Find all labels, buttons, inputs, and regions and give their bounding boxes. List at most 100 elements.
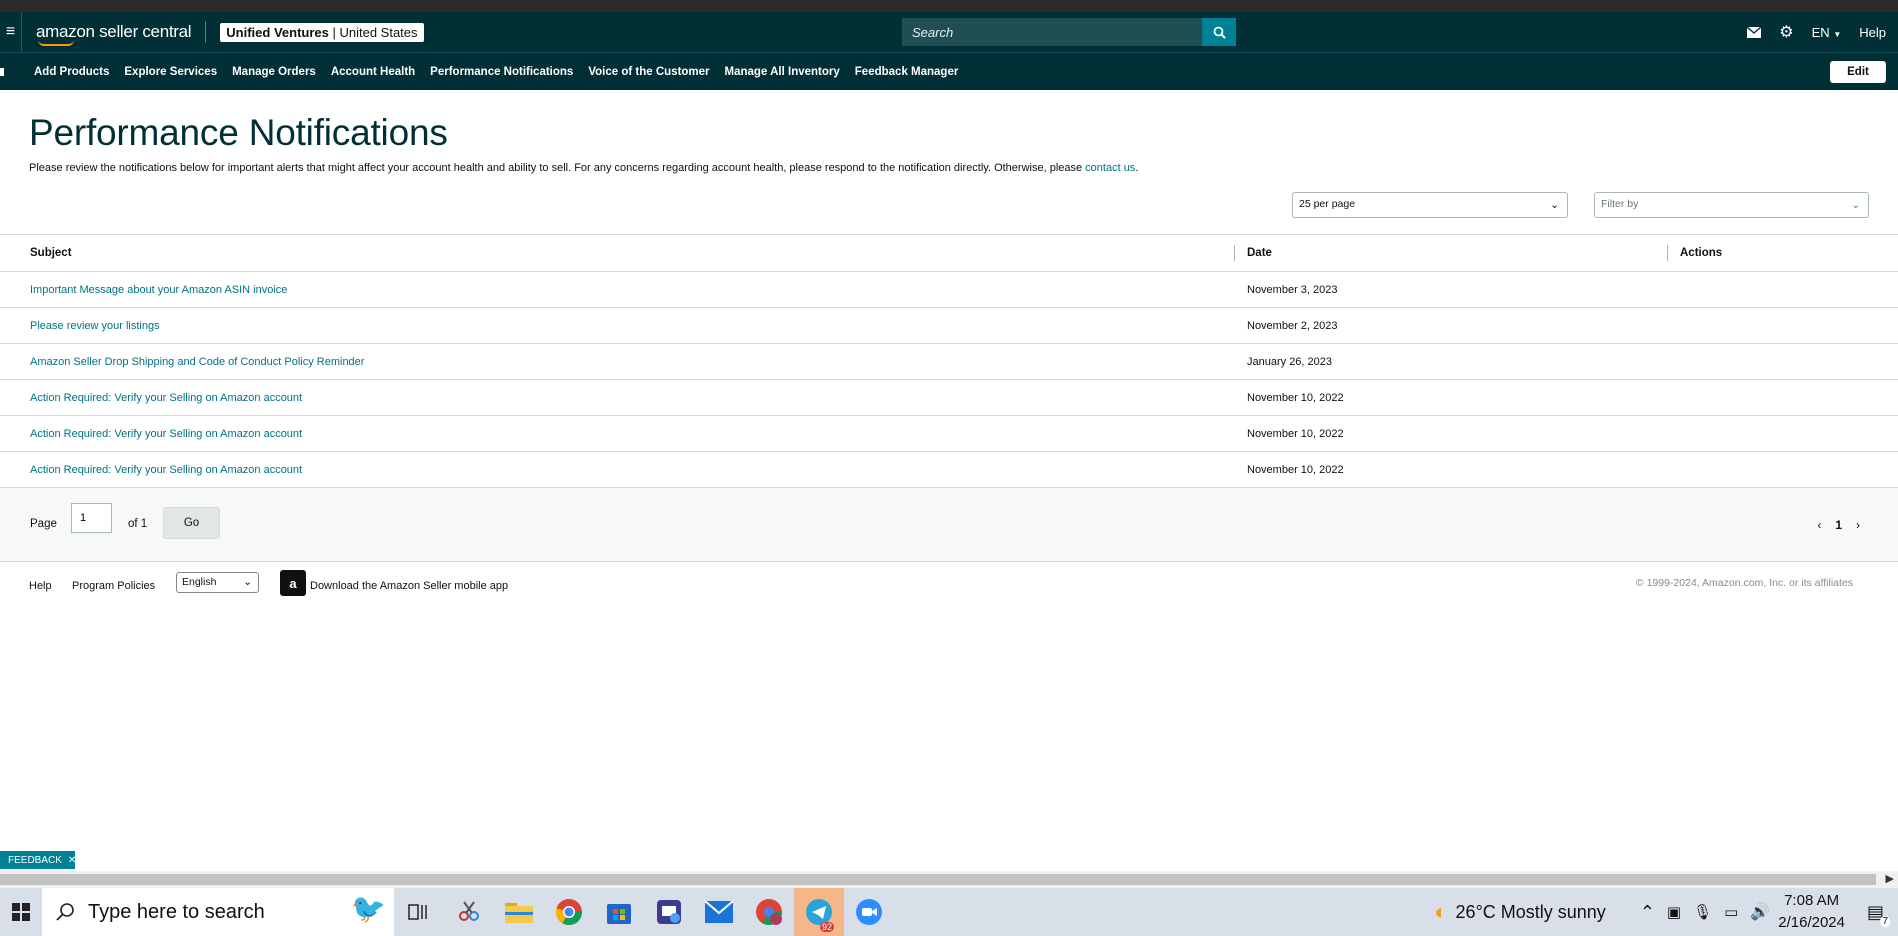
notification-subject-link[interactable]: Amazon Seller Drop Shipping and Code of … <box>0 344 1234 380</box>
chevron-up-icon[interactable]: ⌃ <box>1640 902 1655 923</box>
file-explorer-icon[interactable] <box>494 888 544 936</box>
notification-date: November 10, 2022 <box>1247 463 1344 476</box>
search-input[interactable] <box>902 18 1202 46</box>
column-header-subject[interactable]: Subject <box>0 235 1234 272</box>
microsoft-store-icon[interactable] <box>594 888 644 936</box>
gear-icon[interactable]: ⚙ <box>1779 22 1793 42</box>
page-description: Please review the notifications below fo… <box>29 162 1139 174</box>
bookmark-icon[interactable] <box>0 67 4 76</box>
telegram-icon[interactable]: 92 <box>794 888 844 936</box>
page-navigation: ‹ 1 › <box>1817 518 1860 532</box>
taskbar-search-box[interactable]: Type here to search 🐦 <box>42 888 394 936</box>
clock-time: 7:08 AM <box>1784 892 1840 909</box>
close-icon[interactable]: ✕ <box>68 855 76 866</box>
help-link[interactable]: Help <box>1859 25 1886 40</box>
footer-language-value: English <box>182 576 217 588</box>
column-header-actions: Actions <box>1667 235 1898 272</box>
footer-help-link[interactable]: Help <box>29 580 52 592</box>
nav-item-add-products[interactable]: Add Products <box>34 66 109 78</box>
scrollbar-thumb[interactable] <box>0 874 1876 885</box>
logo-smile <box>38 40 74 46</box>
table-row: Please review your listings November 2, 2… <box>0 308 1898 344</box>
notification-subject-link[interactable]: Action Required: Verify your Selling on … <box>0 380 1234 416</box>
windows-taskbar: Type here to search 🐦 92 ◐ 26°C Mostly s… <box>0 888 1898 936</box>
windows-start-icon[interactable] <box>0 888 42 936</box>
footer-language-select[interactable]: English ⌄ <box>176 572 259 593</box>
nav-item-voice-of-customer[interactable]: Voice of the Customer <box>588 66 709 78</box>
nav-item-manage-inventory[interactable]: Manage All Inventory <box>725 66 840 78</box>
chevron-down-icon: ▼ <box>1833 29 1842 39</box>
chevron-right-icon[interactable]: › <box>1856 518 1860 532</box>
chrome-profile-icon[interactable] <box>744 888 794 936</box>
weather-text[interactable]: 26°C Mostly sunny <box>1456 902 1606 923</box>
horizontal-scrollbar[interactable]: ▶ <box>0 871 1898 888</box>
notification-actions <box>1667 452 1898 488</box>
account-name: Unified Ventures <box>226 24 329 40</box>
per-page-value: 25 per page <box>1299 198 1356 210</box>
filter-select[interactable]: Filter by ⌄ <box>1594 192 1869 218</box>
chevron-left-icon[interactable]: ‹ <box>1817 518 1821 532</box>
amazon-app-icon[interactable]: a <box>280 570 306 596</box>
logo[interactable]: amazon seller central <box>36 22 192 46</box>
edit-button[interactable]: Edit <box>1830 61 1886 83</box>
actions-header-label: Actions <box>1680 247 1723 259</box>
contact-us-link[interactable]: contact us <box>1085 162 1135 174</box>
notification-actions <box>1667 416 1898 452</box>
meet-now-icon[interactable]: ▣ <box>1667 903 1681 921</box>
search-icon <box>56 903 74 921</box>
notification-actions <box>1667 272 1898 308</box>
page-number-input[interactable] <box>71 503 112 533</box>
task-view-icon[interactable] <box>394 888 444 936</box>
nav-item-explore-services[interactable]: Explore Services <box>124 66 217 78</box>
notification-actions <box>1667 308 1898 344</box>
header-divider <box>205 21 207 43</box>
notification-subject-link[interactable]: Important Message about your Amazon ASIN… <box>0 272 1234 308</box>
table-row: Action Required: Verify your Selling on … <box>0 416 1898 452</box>
notification-subject-link[interactable]: Action Required: Verify your Selling on … <box>0 416 1234 452</box>
snipping-tool-icon[interactable] <box>444 888 494 936</box>
nav-item-manage-orders[interactable]: Manage Orders <box>232 66 316 78</box>
microphone-icon[interactable]: 🎙 <box>1693 903 1712 921</box>
nav-item-account-health[interactable]: Account Health <box>331 66 415 78</box>
zoom-icon[interactable] <box>844 888 894 936</box>
weather-icon[interactable]: ◐ <box>1434 899 1447 925</box>
current-page[interactable]: 1 <box>1835 518 1842 532</box>
page-title: Performance Notifications <box>29 112 448 153</box>
language-selector[interactable]: EN ▼ <box>1812 25 1842 40</box>
account-selector[interactable]: Unified Ventures | United States <box>220 22 424 42</box>
date-header-label: Date <box>1247 247 1272 259</box>
volume-icon[interactable]: 🔊 <box>1750 902 1770 922</box>
footer: Help Program Policies English ⌄ a Downloa… <box>0 562 1898 612</box>
remote-app-icon[interactable] <box>644 888 694 936</box>
clock[interactable]: 7:08 AM 2/16/2024 <box>1778 890 1845 934</box>
telegram-badge: 92 <box>819 922 834 932</box>
column-separator <box>1667 245 1668 261</box>
download-app-link[interactable]: Download the Amazon Seller mobile app <box>310 580 508 592</box>
scroll-right-icon[interactable]: ▶ <box>1886 872 1894 885</box>
nav-item-feedback-manager[interactable]: Feedback Manager <box>855 66 959 78</box>
chrome-icon[interactable] <box>544 888 594 936</box>
nav-bar: Add Products Explore Services Manage Ord… <box>0 52 1898 90</box>
nav-item-performance-notifications[interactable]: Performance Notifications <box>430 66 573 78</box>
bird-widget-icon: 🐦 <box>351 893 386 924</box>
column-header-date[interactable]: Date <box>1234 235 1667 272</box>
table-row: Action Required: Verify your Selling on … <box>0 452 1898 488</box>
notification-subject-link[interactable]: Please review your listings <box>0 308 1234 344</box>
footer-policies-link[interactable]: Program Policies <box>72 580 155 592</box>
system-tray: ◐ 26°C Mostly sunny ⌃ ▣ 🎙 ▭ 🔊 7:08 AM 2/… <box>1434 888 1898 936</box>
go-button[interactable]: Go <box>163 507 220 539</box>
pagination-bar: Page of 1 Go ‹ 1 › <box>0 488 1898 562</box>
mail-icon[interactable] <box>1747 26 1762 38</box>
notification-icon[interactable]: ▤ 7 <box>1867 902 1890 927</box>
feedback-tab[interactable]: FEEDBACK ✕ <box>0 851 76 869</box>
menu-icon[interactable]: ≡ <box>0 12 22 52</box>
battery-icon[interactable]: ▭ <box>1724 903 1738 921</box>
notification-date: November 3, 2023 <box>1247 283 1338 296</box>
search-button[interactable] <box>1202 18 1236 46</box>
per-page-select[interactable]: 25 per page ⌄ <box>1292 192 1568 218</box>
notification-subject-link[interactable]: Action Required: Verify your Selling on … <box>0 452 1234 488</box>
account-region: United States <box>339 24 418 40</box>
table-row: Important Message about your Amazon ASIN… <box>0 272 1898 308</box>
mail-app-icon[interactable] <box>694 888 744 936</box>
table-controls: 25 per page ⌄ Filter by ⌄ <box>0 174 1898 224</box>
